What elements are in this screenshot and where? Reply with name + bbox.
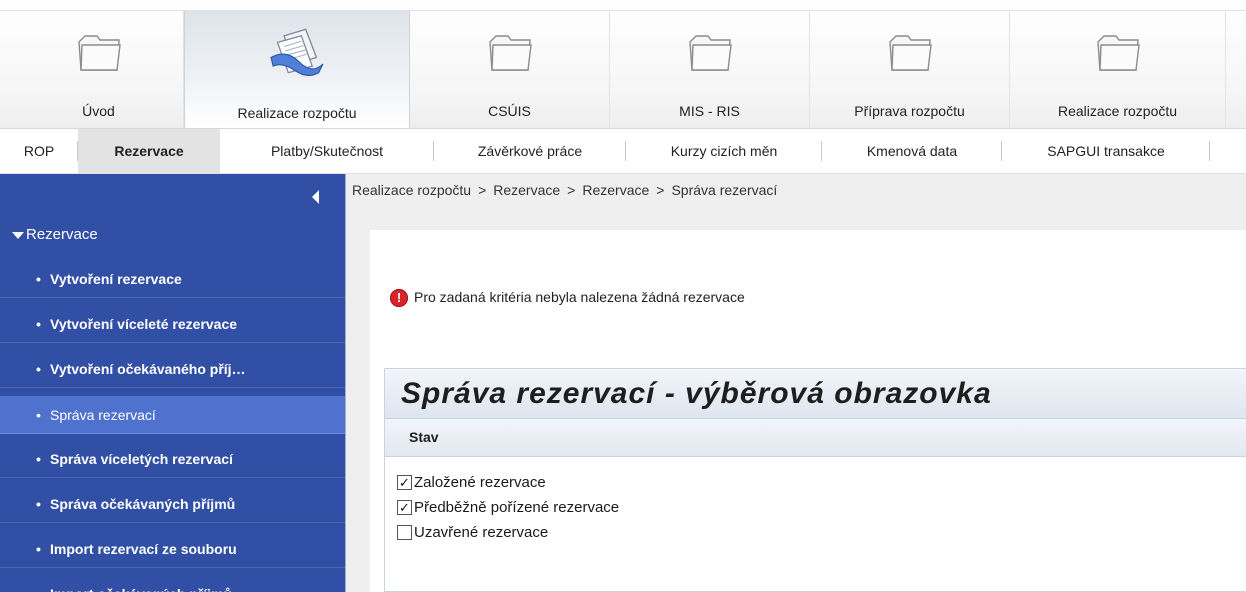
sidebar-item-vytvoreni-rezervace[interactable]: • Vytvoření rezervace xyxy=(0,262,345,298)
subtab-kurzy-cizich-men[interactable]: Kurzy cizích měn xyxy=(626,129,822,173)
top-tab-label: CSÚIS xyxy=(488,103,531,119)
top-tab-csuis[interactable]: CSÚIS xyxy=(410,11,610,128)
sidebar-item-sprava-ocekavanych-prijmu[interactable]: • Správa očekávaných příjmů xyxy=(0,487,345,523)
checkbox-checked[interactable]: ✓ xyxy=(397,474,412,490)
sidebar-item-label: Import rezervací ze souboru xyxy=(50,541,237,557)
breadcrumb-separator: > xyxy=(567,182,576,198)
error-message-text: Pro zadaná kritéria nebyla nalezena žádn… xyxy=(414,289,745,305)
status-section-header: Stav xyxy=(385,419,1246,457)
bullet-icon: • xyxy=(36,451,41,467)
content-area: Realizace rozpočtu > Rezervace > Rezervace > S… xyxy=(346,174,1246,592)
top-tab-label: Realizace rozpočtu xyxy=(1057,103,1178,119)
top-tab-priprava-rozpoctu[interactable]: Příprava rozpočtu xyxy=(810,11,1010,128)
documents-icon xyxy=(270,28,324,76)
checkbox-label: Předběžně pořízené rezervace xyxy=(414,499,620,516)
top-tab-realizace-rozpoctu[interactable]: Realizace rozpočtu xyxy=(184,11,410,128)
breadcrumb-separator: > xyxy=(656,182,665,198)
expanded-triangle-icon xyxy=(12,232,24,239)
breadcrumb-item-current: Správa rezervací xyxy=(671,182,778,198)
top-navigation: Úvod Realizace rozpočtu CSÚIS MIS - RIS … xyxy=(0,0,1246,129)
sidebar-item-import-rezervaci[interactable]: • Import rezervací ze souboru xyxy=(0,532,345,568)
breadcrumb-item[interactable]: Realizace rozpočtu xyxy=(352,182,471,198)
checkbox-predbezne-porizene-rezervace[interactable]: ✓ Předběžně pořízené rezervace xyxy=(397,498,619,518)
sidebar-item-vytvoreni-viceleté-rezervace[interactable]: • Vytvoření víceleté rezervace xyxy=(0,307,345,343)
main-panel: ! Pro zadaná kritéria nebyla nalezena žád… xyxy=(370,230,1246,592)
folder-icon xyxy=(77,35,121,71)
bullet-icon: • xyxy=(36,271,41,287)
checkbox-unchecked[interactable] xyxy=(397,524,412,540)
subtab-kmenova-data[interactable]: Kmenová data xyxy=(822,129,1002,173)
bullet-icon: • xyxy=(36,577,41,592)
bullet-icon: • xyxy=(36,316,41,332)
sidebar-section-rezervace[interactable]: Rezervace xyxy=(0,220,345,250)
top-tab-label: Příprava rozpočtu xyxy=(854,103,965,119)
top-tab-label: Úvod xyxy=(82,103,115,119)
top-tab-uvod[interactable]: Úvod xyxy=(14,11,184,128)
sidebar: Rezervace • Vytvoření rezervace • Vytvoř… xyxy=(0,174,346,592)
subtab-rop[interactable]: ROP xyxy=(0,129,78,173)
breadcrumb-item[interactable]: Rezervace xyxy=(582,182,649,198)
folder-icon xyxy=(1096,35,1140,71)
sidebar-item-label: Správa očekávaných příjmů xyxy=(50,496,236,512)
breadcrumb: Realizace rozpočtu > Rezervace > Rezervace > S… xyxy=(352,182,777,198)
sidebar-item-vytvoreni-ocekavaneho-prijmu[interactable]: • Vytvoření očekávaného příj… xyxy=(0,352,345,388)
error-message: ! Pro zadaná kritéria nebyla nalezena žád… xyxy=(390,286,745,308)
folder-icon xyxy=(888,35,932,71)
sidebar-item-label: Vytvoření víceleté rezervace xyxy=(50,316,238,332)
bullet-icon: • xyxy=(36,496,41,512)
sub-navigation: ROP Rezervace Platby/Skutečnost Závěrkov… xyxy=(0,129,1246,174)
page-title: Správa rezervací - výběrová obrazovka xyxy=(385,369,1246,419)
subtab-platby-skutecnost[interactable]: Platby/Skutečnost xyxy=(220,129,434,173)
collapse-left-icon[interactable] xyxy=(312,190,319,204)
selection-form: Správa rezervací - výběrová obrazovka St… xyxy=(384,368,1246,592)
checkbox-uzavrene-rezervace[interactable]: Uzavřené rezervace xyxy=(397,523,548,543)
bullet-icon: • xyxy=(36,407,41,423)
breadcrumb-separator: > xyxy=(478,182,487,198)
sidebar-item-sprava-rezervaci[interactable]: • Správa rezervací xyxy=(0,396,345,434)
bullet-icon: • xyxy=(36,361,41,377)
sidebar-item-label: Správa rezervací xyxy=(50,407,156,423)
top-tab-mis-ris[interactable]: MIS - RIS xyxy=(610,11,810,128)
top-tab-label: Realizace rozpočtu xyxy=(237,105,357,121)
sidebar-item-sprava-viceletych-rezervaci[interactable]: • Správa víceletých rezervací xyxy=(0,442,345,478)
sidebar-item-label: Import očekávaných příjmů xyxy=(50,577,232,592)
subtab-rezervace[interactable]: Rezervace xyxy=(78,129,220,173)
sidebar-item-label: Vytvoření očekávaného příj… xyxy=(50,361,246,377)
checkbox-label: Založené rezervace xyxy=(414,474,546,491)
sidebar-section-label: Rezervace xyxy=(26,226,98,243)
error-icon: ! xyxy=(390,289,408,308)
top-tab-realizace-rozpoctu-2[interactable]: Realizace rozpočtu xyxy=(1010,11,1226,128)
checkbox-label: Uzavřené rezervace xyxy=(414,524,549,541)
folder-icon xyxy=(488,35,532,71)
subtab-zaverkove-prace[interactable]: Závěrkové práce xyxy=(434,129,626,173)
sidebar-item-label: Správa víceletých rezervací xyxy=(50,451,233,467)
bullet-icon: • xyxy=(36,541,41,557)
checkbox-zalozene-rezervace[interactable]: ✓ Založené rezervace xyxy=(397,473,546,493)
breadcrumb-item[interactable]: Rezervace xyxy=(493,182,560,198)
sidebar-item-import-ocekavanych-prijmu[interactable]: • Import očekávaných příjmů xyxy=(0,577,345,592)
sidebar-item-label: Vytvoření rezervace xyxy=(50,271,182,287)
top-tab-label: MIS - RIS xyxy=(679,103,740,119)
subtab-sapgui-transakce[interactable]: SAPGUI transakce xyxy=(1002,129,1210,173)
checkbox-checked[interactable]: ✓ xyxy=(397,499,412,515)
folder-icon xyxy=(688,35,732,71)
